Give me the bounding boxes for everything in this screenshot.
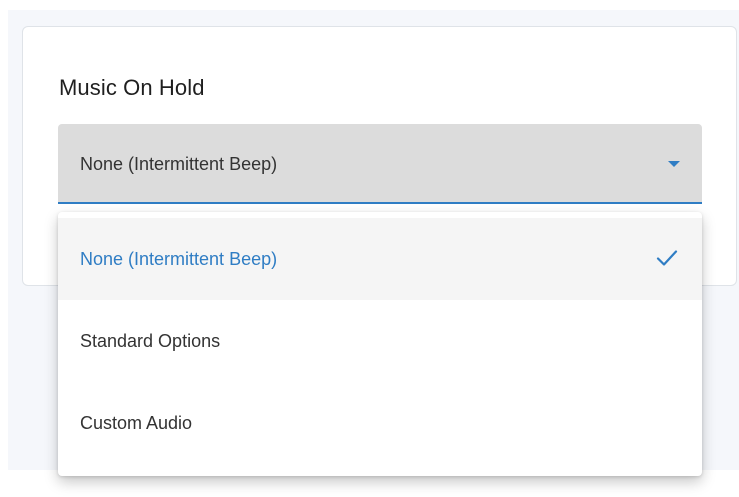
options-list: None (Intermittent Beep) Standard Option… xyxy=(58,212,702,464)
option-standard-options[interactable]: Standard Options xyxy=(58,300,702,382)
option-label: Standard Options xyxy=(80,331,221,351)
option-label: None (Intermittent Beep) xyxy=(80,249,278,269)
option-custom-audio[interactable]: Custom Audio xyxy=(58,382,702,464)
option-label: Custom Audio xyxy=(80,413,193,433)
check-icon xyxy=(656,250,678,266)
section-title: Music On Hold xyxy=(59,75,205,100)
option-none-intermittent-beep[interactable]: None (Intermittent Beep) xyxy=(58,218,702,300)
page: Music On Hold None (Intermittent Beep) N… xyxy=(0,0,739,497)
music-on-hold-menu: None (Intermittent Beep) Standard Option… xyxy=(58,212,702,476)
music-on-hold-select[interactable]: None (Intermittent Beep) xyxy=(58,124,702,204)
select-value: None (Intermittent Beep) xyxy=(80,154,278,174)
caret-down-icon xyxy=(668,161,680,167)
